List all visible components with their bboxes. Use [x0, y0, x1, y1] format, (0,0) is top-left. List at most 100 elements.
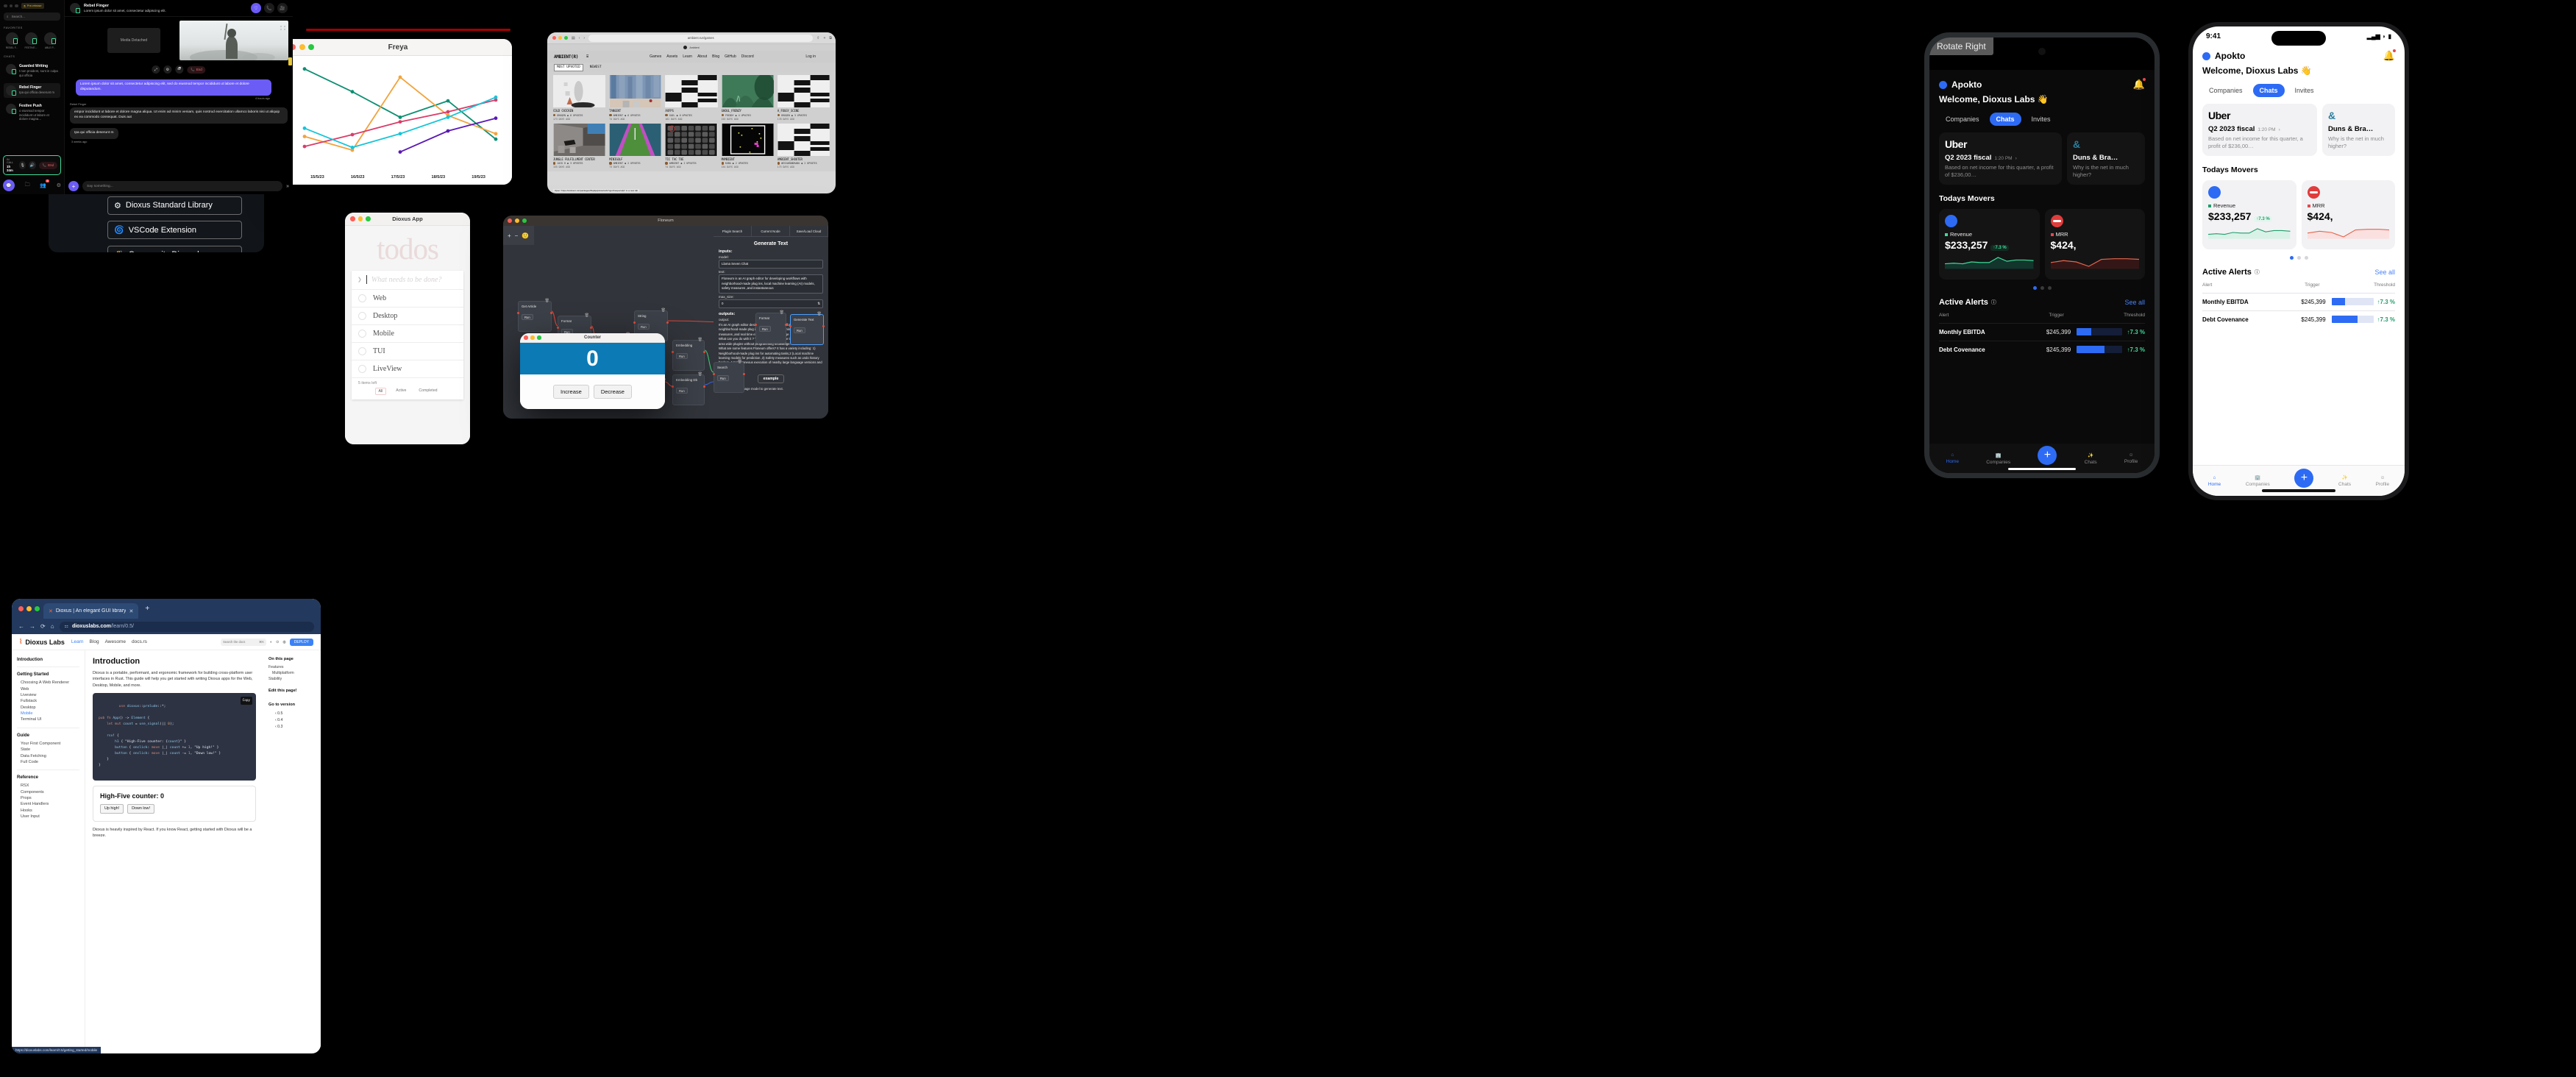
dot[interactable]: [2289, 256, 2294, 260]
checkbox-icon[interactable]: [358, 311, 366, 320]
sidebar-item-components[interactable]: Components: [17, 789, 79, 795]
see-all-link[interactable]: See all: [2374, 269, 2395, 276]
maximize-icon[interactable]: [35, 606, 40, 611]
trash-icon[interactable]: 🗑: [817, 312, 822, 316]
nav-messages-icon[interactable]: 💬: [3, 180, 15, 191]
discord-icon[interactable]: ◍: [282, 640, 285, 644]
toc-item[interactable]: Features: [268, 664, 316, 670]
new-tab-icon[interactable]: +: [145, 605, 149, 613]
sidebar-item-terminal-ui[interactable]: Terminal UI: [17, 717, 79, 722]
minimize-icon[interactable]: [558, 36, 562, 40]
minimize-icon[interactable]: [9, 4, 13, 8]
sidebar-item-props[interactable]: Props: [17, 795, 79, 801]
game-card[interactable]: MAMBIENT KUBA ⬥ 2 UPVOTES 154 DAYS AGO: [721, 123, 774, 168]
toc-item[interactable]: Stability: [268, 676, 316, 682]
sidebar-toggle-icon[interactable]: ▤: [572, 36, 575, 40]
minimize-icon[interactable]: [530, 335, 535, 340]
game-card[interactable]: JUNGLE FULFILLMENT CENTER JACK H ⬥ 3 UPV…: [553, 123, 606, 168]
nav-home[interactable]: ⌂ Home: [1946, 452, 1959, 464]
maximize-icon[interactable]: [308, 44, 314, 50]
sidebar-item-choosing-a-web-renderer[interactable]: Choosing A Web Renderer: [17, 680, 79, 686]
popout-icon[interactable]: 🗗: [175, 65, 184, 74]
chat-card[interactable]: & Duns & Bra… Why is the net in much hig…: [2322, 104, 2395, 157]
nav-chats[interactable]: ✨ Chats: [2085, 452, 2097, 465]
node-input-port[interactable]: [517, 312, 520, 315]
game-card[interactable]: AMBIENT_SHOOTER WESSAMABDRABO ⬥ 2 UPVOTE…: [777, 123, 830, 168]
sidebar-item-user-input[interactable]: User Input: [17, 814, 79, 820]
sidebar-item-web[interactable]: Web: [17, 686, 79, 692]
nav-settings-icon[interactable]: ⚙: [57, 182, 61, 188]
add-button[interactable]: +: [2038, 446, 2057, 465]
back-icon[interactable]: ‹: [579, 36, 580, 40]
back-icon[interactable]: ←: [18, 623, 24, 630]
tabs-icon[interactable]: ⧉: [829, 36, 832, 40]
trash-icon[interactable]: 🗑: [738, 360, 742, 364]
increase-button[interactable]: Increase: [553, 385, 589, 399]
tab-chats[interactable]: Chats: [1989, 113, 2021, 126]
minimize-icon[interactable]: [299, 44, 305, 50]
launcher-link-vscode[interactable]: 🌀 VSCode Extension: [107, 221, 242, 239]
example-button[interactable]: example: [757, 374, 785, 384]
nav-home[interactable]: ⌂ Home: [2208, 475, 2221, 487]
close-icon[interactable]: [18, 606, 24, 611]
graph-node[interactable]: Format Run 🗑: [755, 310, 787, 344]
window-controls[interactable]: [4, 4, 18, 8]
mover-card[interactable]: Revenue $233,257 ↑7.3 %: [2202, 180, 2296, 250]
forward-icon[interactable]: ›: [583, 36, 585, 40]
node-run-button[interactable]: Run: [676, 353, 688, 359]
carousel-dots[interactable]: [1939, 286, 2145, 291]
sidebar-item-state[interactable]: State: [17, 747, 79, 753]
nav-link-github[interactable]: GitHub: [725, 54, 736, 59]
version-link[interactable]: ‹ 0.4: [268, 717, 316, 723]
gear-icon[interactable]: ⚙: [163, 65, 172, 74]
nav-companies[interactable]: 🏢 Companies: [1986, 452, 2010, 465]
tab-invites[interactable]: Invites: [2025, 113, 2057, 126]
chat-card[interactable]: & Duns & Bra… Why is the net in much hig…: [2067, 132, 2145, 185]
trash-icon[interactable]: 🗑: [585, 313, 589, 318]
node-run-button[interactable]: Run: [794, 327, 805, 333]
chat-list-item[interactable]: Guarded Writing t non proident, sunt in …: [4, 62, 60, 79]
checkbox-icon[interactable]: [358, 364, 366, 373]
trash-icon[interactable]: 🗑: [698, 372, 702, 377]
bell-icon[interactable]: 🔔: [2383, 49, 2397, 62]
nav-profile[interactable]: ☺ Profile: [2376, 475, 2389, 487]
login-button[interactable]: Log in: [805, 54, 829, 59]
node-input-port[interactable]: [672, 385, 675, 388]
game-card[interactable]: COLD CHICKEN DROQEN ⬥ 8 UPVOTES 173 DAYS…: [553, 75, 606, 121]
maximize-icon[interactable]: [366, 216, 371, 221]
todo-item[interactable]: Desktop: [352, 308, 463, 325]
todo-item[interactable]: TUI: [352, 343, 463, 360]
nav-link-awesome[interactable]: Awesome: [105, 639, 126, 644]
nav-link-about[interactable]: About: [697, 54, 707, 59]
decrease-button[interactable]: Decrease: [593, 385, 632, 399]
stepper-icon[interactable]: ⇅: [817, 302, 820, 306]
window-controls[interactable]: [17, 606, 40, 611]
favorite-item[interactable]: REBEL F...: [4, 32, 20, 49]
node-run-button[interactable]: Run: [522, 314, 533, 320]
up-high-button[interactable]: Up high!: [100, 803, 124, 814]
sidebar-item-hooks[interactable]: Hooks: [17, 808, 79, 814]
favorite-item[interactable]: FESTIVE...: [23, 32, 39, 49]
close-icon[interactable]: [4, 4, 7, 8]
graph-node[interactable]: Generate Text Run 🗑: [789, 312, 825, 345]
close-icon[interactable]: [552, 36, 556, 40]
phone-call-icon[interactable]: 📞: [264, 3, 274, 13]
sidebar-item-event-handlers[interactable]: Event Handlers: [17, 801, 79, 807]
sidebar-item-liveview[interactable]: Liveview: [17, 692, 79, 698]
maxsize-input[interactable]: 0 ⇅: [719, 299, 823, 308]
node-input-port[interactable]: [557, 327, 560, 330]
nav-chats[interactable]: ✨ Chats: [2338, 474, 2351, 487]
attach-icon[interactable]: +: [68, 181, 79, 191]
checkbox-icon[interactable]: [358, 346, 366, 355]
todo-item[interactable]: Web: [352, 290, 463, 308]
reload-icon[interactable]: ⟳: [40, 623, 46, 630]
sidebar-item-fullstack[interactable]: Fullstack: [17, 698, 79, 704]
nav-companies[interactable]: 🏢 Companies: [2246, 474, 2270, 487]
dot[interactable]: [2296, 256, 2301, 260]
sidebar-item-mobile[interactable]: Mobile: [17, 711, 79, 717]
node-run-button[interactable]: Run: [676, 388, 688, 394]
address-bar[interactable]: ambient.run/games: [588, 34, 814, 42]
speaker-icon[interactable]: 🔊: [29, 161, 36, 169]
alert-row[interactable]: Monthly EBITDA $245,399 ↑7.3 %: [1939, 323, 2145, 336]
game-card[interactable]: TIC TAC TOE AMBIENT ⬥ 2 UPVOTES 74 DAYS …: [665, 123, 718, 168]
